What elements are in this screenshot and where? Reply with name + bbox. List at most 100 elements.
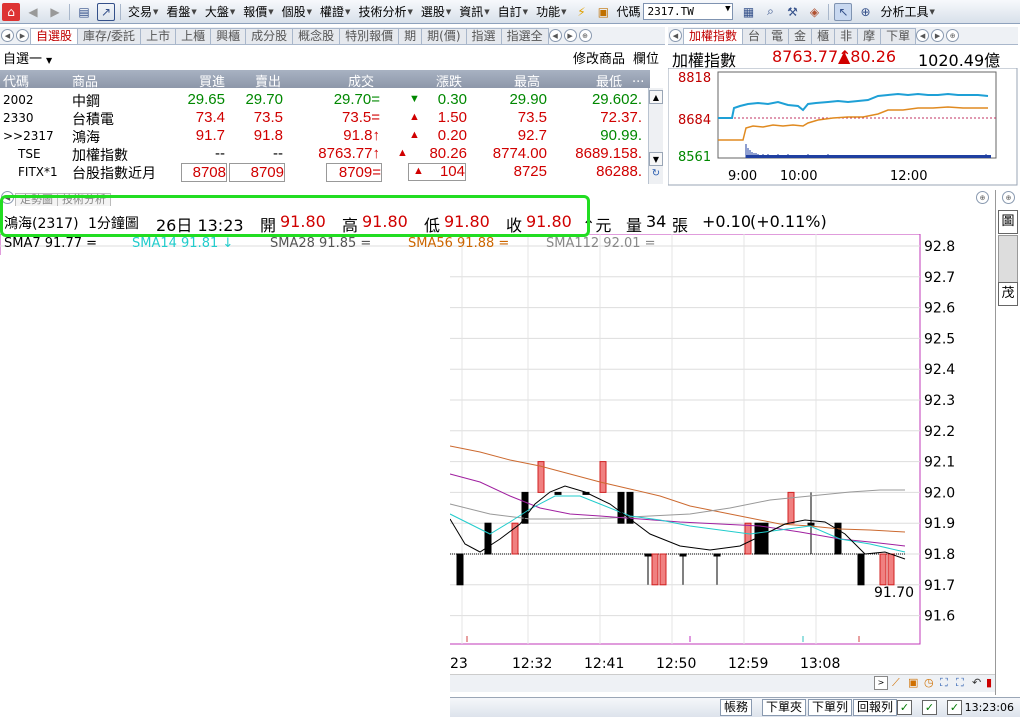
tab-scroll-right-icon[interactable]: ▶ [931, 29, 945, 42]
cursor-icon[interactable]: ↖ [834, 2, 853, 21]
menu-technical[interactable]: 技術分析 ▼ [354, 3, 416, 20]
tab-msci[interactable]: 摩 [857, 28, 882, 44]
search-icon[interactable]: ⌕ [761, 3, 779, 21]
tab-electronics[interactable]: 電 [765, 28, 790, 44]
tab-scroll-left-icon[interactable]: ◀ [916, 29, 930, 42]
period-icon[interactable]: ▣ [908, 676, 922, 690]
menu-analysis-tools[interactable]: 分析工具 ▼ [876, 3, 938, 20]
menu-market[interactable]: 大盤 ▼ [201, 3, 239, 20]
header-last[interactable]: 成交 [348, 71, 374, 90]
tab-listed[interactable]: 上市 [140, 28, 177, 44]
refresh-icon[interactable]: ↻ [649, 168, 663, 182]
chevron-down-icon[interactable]: ▼ [725, 4, 730, 14]
popout-icon[interactable]: ↗ [97, 2, 115, 21]
analysis-icon[interactable]: ⊕ [856, 3, 874, 21]
tab-scroll-right-icon[interactable]: ▶ [563, 29, 577, 42]
menu-warrant[interactable]: 權證 ▼ [316, 3, 354, 20]
code-input[interactable]: 2317.TW ▼ [643, 3, 734, 20]
table-row[interactable]: TSE 加權指數 -- -- 8763.77↑ ▲ 80.26 8774.00 … [0, 144, 650, 164]
header-more[interactable]: ... [632, 71, 644, 86]
tab-otc-index[interactable]: 櫃 [811, 28, 836, 44]
menu-screener[interactable]: 選股 ▼ [417, 3, 455, 20]
tab-components[interactable]: 成分股 [245, 28, 294, 44]
tab-technical[interactable]: 技術分析 [57, 193, 111, 206]
scroll-up-icon[interactable]: ▲ [649, 90, 663, 104]
side-tab-chart[interactable]: 圖 [998, 210, 1018, 234]
header-high[interactable]: 最高 [514, 71, 540, 90]
side-scroll-thumb[interactable] [998, 235, 1018, 283]
menu-stock[interactable]: 個股 ▼ [278, 3, 316, 20]
tab-concept[interactable]: 概念股 [292, 28, 341, 44]
tab-watchlist[interactable]: 自選股 [30, 28, 79, 44]
lightning-icon[interactable]: ⚡ [572, 3, 590, 21]
chart-tool-icon[interactable]: ▦ [739, 3, 757, 21]
tag-icon[interactable]: ◈ [805, 3, 823, 21]
tab-prev-icon[interactable]: ◀ [1, 29, 14, 42]
home-icon[interactable]: ⌂ [2, 2, 20, 21]
order-folder-button[interactable]: 下單夾 [762, 699, 807, 716]
table-row[interactable]: FITX*1 台股指數近月 8708 8709 8709= ▲ 104 8725… [0, 162, 650, 182]
tab-index-options[interactable]: 指選 [465, 28, 502, 44]
tab-special-quote[interactable]: 特別報價 [339, 28, 400, 44]
expand-icon[interactable]: ⛶ [956, 676, 970, 690]
table-row[interactable]: 2002 中鋼 29.65 29.70 29.70= ▼ 0.30 29.90 … [0, 90, 650, 110]
zoom-icon[interactable]: ⊕ [578, 29, 592, 42]
tab-prev-icon[interactable]: ◀ [669, 29, 682, 42]
watchlist-scrollbar[interactable]: ▲ ▼ ↻ [648, 88, 663, 184]
tab-taiex[interactable]: 加權指數 [683, 28, 744, 44]
report-bar-button[interactable]: 回報列 [853, 699, 898, 716]
menu-info[interactable]: 資訊 ▼ [455, 3, 493, 20]
zoom-fit-icon[interactable]: ⛶ [940, 676, 954, 690]
status-checkbox[interactable]: ✓ [947, 700, 962, 715]
tab-finance[interactable]: 金 [788, 28, 813, 44]
stats-icon[interactable]: ▮ [986, 676, 996, 690]
zoom-icon[interactable]: ⊕ [946, 29, 960, 42]
print-icon[interactable]: ▤ [75, 3, 93, 21]
table-row[interactable]: 2330 台積電 73.4 73.5 73.5= ▲ 1.50 73.5 72.… [0, 108, 650, 128]
menu-custom[interactable]: 自訂 ▼ [494, 3, 532, 20]
index-chart[interactable]: 8818 8684 8561 9:00 10:00 12:00 [668, 68, 1018, 186]
back-icon[interactable]: ◀ [24, 3, 42, 21]
scroll-down-icon[interactable]: ▼ [649, 152, 663, 166]
group-select[interactable]: 自選一 ▼ [0, 48, 150, 67]
scroll-right-icon[interactable]: > [874, 676, 888, 690]
header-code[interactable]: 代碼 [3, 71, 29, 90]
undo-icon[interactable]: ↶ [972, 676, 986, 690]
header-low[interactable]: 最低 [596, 71, 622, 90]
tab-trend[interactable]: 走勢圖 [15, 193, 58, 206]
tab-prev-icon[interactable]: ◀ [1, 191, 14, 204]
menu-view[interactable]: 看盤 ▼ [162, 3, 200, 20]
columns-button[interactable]: 欄位 [633, 48, 659, 67]
account-button[interactable]: 帳務 [720, 699, 753, 716]
tools-icon[interactable]: ⚒ [783, 3, 801, 21]
tab-tw[interactable]: 台 [742, 28, 767, 44]
tab-futures[interactable]: 期 [398, 28, 423, 44]
tab-emerging[interactable]: 興櫃 [210, 28, 247, 44]
tab-futures-price[interactable]: 期(價) [421, 28, 467, 44]
header-name[interactable]: 商品 [72, 71, 98, 90]
status-checkbox[interactable]: ✓ [922, 700, 937, 715]
notepad-icon[interactable]: ▣ [594, 3, 612, 21]
header-bid[interactable]: 買進 [199, 71, 225, 90]
tab-next-icon[interactable]: ▶ [16, 29, 29, 42]
tab-non-finance[interactable]: 非 [834, 28, 859, 44]
tab-inventory[interactable]: 庫存/委託 [77, 28, 142, 44]
tab-scroll-left-icon[interactable]: ◀ [548, 29, 562, 42]
modify-products-button[interactable]: 修改商品 [573, 48, 625, 67]
order-bar-button[interactable]: 下單列 [808, 699, 853, 716]
menu-quote[interactable]: 報價 ▼ [239, 3, 277, 20]
clock-icon[interactable]: ◷ [924, 676, 938, 690]
table-row[interactable]: >>2317 鴻海 91.7 91.8 91.8↑ ▲ 0.20 92.7 90… [0, 126, 650, 146]
side-tab-mao[interactable]: 茂 [998, 282, 1018, 306]
zoom-icon[interactable]: ⊕ [976, 191, 989, 204]
status-checkbox[interactable]: ✓ [897, 700, 912, 715]
tab-index-options-all[interactable]: 指選全 [500, 28, 549, 44]
tab-otc[interactable]: 上櫃 [175, 28, 212, 44]
menu-trade[interactable]: 交易 ▼ [124, 3, 162, 20]
chart-line-icon[interactable]: ⟋ [892, 676, 906, 690]
header-change[interactable]: 漲跌 [436, 71, 462, 90]
zoom-icon[interactable]: ⊕ [1002, 191, 1015, 204]
tab-order[interactable]: 下單 [880, 28, 917, 44]
header-ask[interactable]: 賣出 [255, 71, 281, 90]
menu-function[interactable]: 功能 ▼ [532, 3, 570, 20]
